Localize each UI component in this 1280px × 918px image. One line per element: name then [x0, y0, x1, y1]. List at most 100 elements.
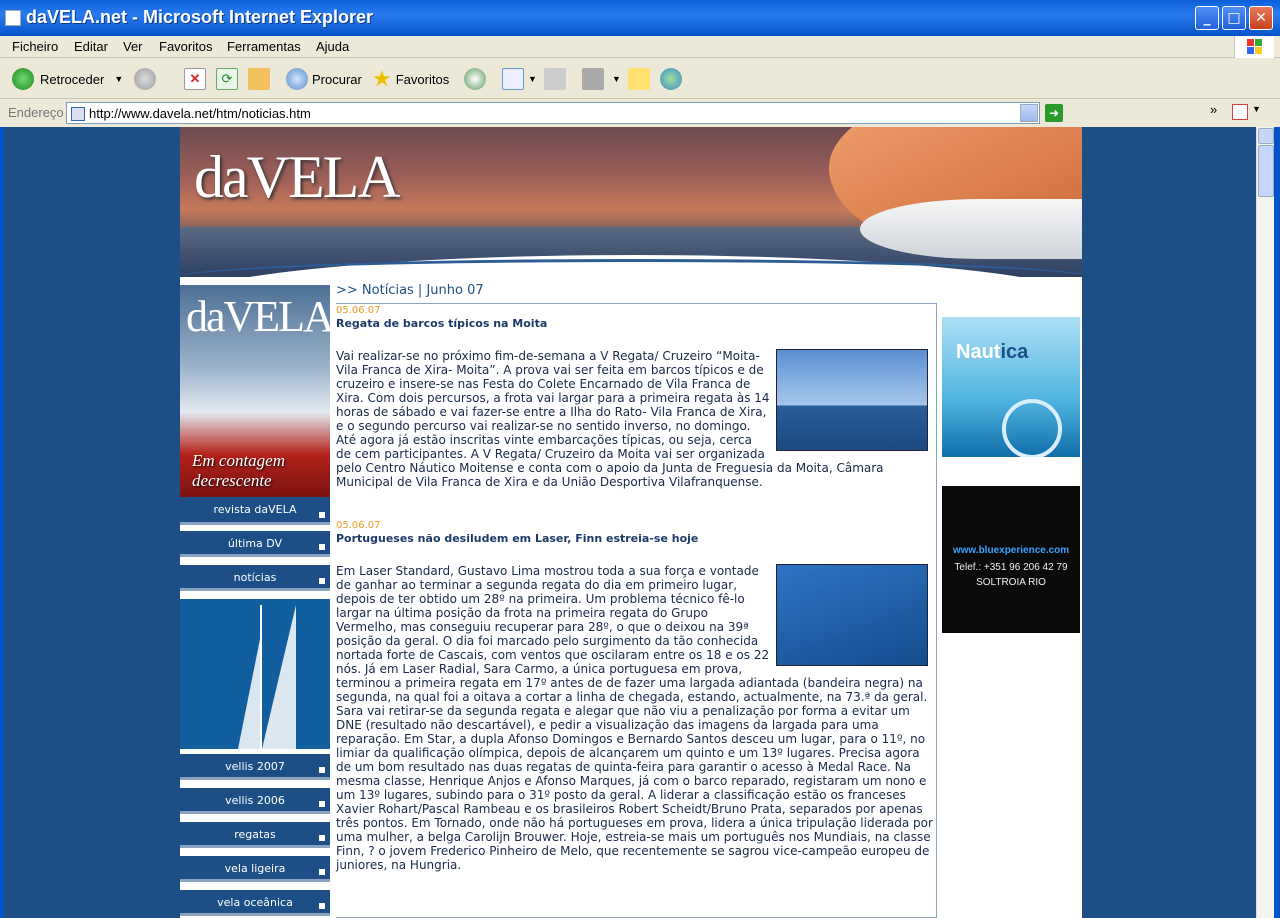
sailboat-image: [180, 599, 330, 749]
nav-square-icon: [318, 766, 326, 774]
address-url[interactable]: http://www.davela.net/htm/noticias.htm: [89, 106, 311, 121]
ad-phone: Telef.: +351 96 206 42 79: [954, 562, 1068, 573]
address-label: Endereço: [8, 105, 64, 120]
menu-bar: Ficheiro Editar Ver Favoritos Ferramenta…: [0, 36, 1280, 58]
nautica-brand-b: ica: [1000, 341, 1029, 363]
nav-label: vela oceânica: [217, 896, 293, 909]
chevron-down-icon[interactable]: ▼: [1252, 104, 1261, 114]
magazine-cover[interactable]: daVELA Em contagem decrescente: [180, 285, 330, 497]
nav-ultima-dv[interactable]: última DV: [180, 531, 330, 557]
nav-vela-oceanica[interactable]: vela oceânica: [180, 890, 330, 916]
favorites-button[interactable]: ★ Favoritos: [372, 66, 450, 91]
nautica-ad[interactable]: Nautica: [942, 317, 1080, 457]
title-bar: daVELA.net - Microsoft Internet Explorer…: [0, 0, 1280, 36]
history-icon: [464, 68, 486, 90]
star-icon: ★: [372, 66, 392, 91]
messenger-button[interactable]: [660, 67, 682, 91]
nautica-brand-a: Naut: [956, 341, 1001, 363]
home-button[interactable]: [248, 67, 270, 91]
nav-square-icon: [318, 902, 326, 910]
nav-label: regatas: [234, 828, 276, 841]
news-article: 05.06.07 Portugueses não desiludem em La…: [336, 520, 934, 872]
go-arrow-icon[interactable]: ➜: [1045, 104, 1063, 122]
menu-favoritos[interactable]: Favoritos: [159, 39, 212, 54]
chevron-right-icon[interactable]: »: [1210, 102, 1217, 117]
site-banner: daVELA: [180, 127, 1082, 277]
mail-icon: [502, 68, 524, 90]
nav-vellis-2006[interactable]: vellis 2006: [180, 788, 330, 814]
nav-regatas[interactable]: regatas: [180, 822, 330, 848]
article-date: 05.06.07: [336, 305, 381, 316]
forward-button[interactable]: [134, 67, 156, 91]
nav-label: notícias: [233, 571, 277, 584]
cover-tagline: Em contagem decrescente: [192, 451, 286, 490]
favorites-label: Favoritos: [395, 71, 450, 87]
article-title: Portugueses não desiludem em Laser, Finn…: [336, 532, 699, 545]
address-bar: Endereço http://www.davela.net/htm/notic…: [0, 100, 1280, 126]
close-button[interactable]: ✕: [1249, 6, 1273, 30]
nav-square-icon: [318, 800, 326, 808]
menu-ajuda[interactable]: Ajuda: [316, 39, 349, 54]
nautica-brand: Nautica: [956, 341, 1028, 364]
address-input[interactable]: http://www.davela.net/htm/noticias.htm: [66, 102, 1040, 124]
discuss-button[interactable]: [628, 67, 650, 91]
ie-window: daVELA.net - Microsoft Internet Explorer…: [0, 0, 1280, 918]
news-box: 05.06.07 Regata de barcos típicos na Moi…: [336, 303, 937, 918]
article-date: 05.06.07: [336, 520, 381, 531]
print-button[interactable]: [544, 67, 566, 91]
nav-square-icon: [318, 577, 326, 585]
chevron-down-icon[interactable]: ▼: [114, 74, 123, 84]
nav-noticias[interactable]: notícias: [180, 565, 330, 591]
nav-square-icon: [318, 834, 326, 842]
search-button[interactable]: Procurar: [286, 67, 362, 91]
forward-arrow-icon: [134, 68, 156, 90]
nav-revista-davela[interactable]: revista daVELA: [180, 497, 330, 525]
back-label: Retroceder: [40, 71, 105, 87]
search-label: Procurar: [312, 71, 362, 87]
scroll-up-icon[interactable]: [1258, 128, 1274, 144]
print-icon: [544, 68, 566, 90]
windows-logo-icon: [1234, 36, 1274, 58]
scroll-thumb[interactable]: [1258, 145, 1274, 197]
stop-button[interactable]: ✕: [184, 67, 206, 91]
address-dropdown-icon[interactable]: [1020, 104, 1038, 122]
ad-location: SOLTROIA RIO: [976, 577, 1046, 588]
nav-label: vellis 2006: [225, 794, 285, 807]
nav-square-icon: [318, 511, 326, 519]
nav-square-icon: [318, 543, 326, 551]
vertical-scrollbar[interactable]: [1256, 127, 1274, 918]
cover-logo: daVELA: [186, 292, 330, 341]
mail-button[interactable]: ▼: [502, 67, 537, 91]
site-logo[interactable]: daVELA: [194, 143, 401, 212]
chevron-down-icon[interactable]: ▼: [528, 74, 537, 84]
note-icon: [628, 68, 650, 90]
standard-toolbar: Retroceder ▼ ✕ ⟳ Procurar ★ Favoritos ▼ …: [0, 59, 1280, 99]
back-arrow-icon: [12, 68, 34, 90]
minimize-button[interactable]: _: [1195, 6, 1219, 30]
home-icon: [248, 68, 270, 90]
back-button[interactable]: Retroceder ▼: [12, 67, 123, 91]
menu-ferramentas[interactable]: Ferramentas: [227, 39, 301, 54]
regatta-photo: [776, 349, 928, 451]
menu-ver[interactable]: Ver: [123, 39, 143, 54]
window-title: daVELA.net - Microsoft Internet Explorer: [26, 7, 374, 27]
edit-button[interactable]: ▼: [582, 67, 621, 91]
window-frame-right: [1274, 127, 1280, 918]
nav-label: vela ligeira: [224, 862, 286, 875]
refresh-button[interactable]: ⟳: [216, 67, 238, 91]
history-button[interactable]: [464, 67, 486, 91]
ie-page-icon: [5, 10, 21, 26]
menu-editar[interactable]: Editar: [74, 39, 108, 54]
news-article: 05.06.07 Regata de barcos típicos na Moi…: [336, 305, 934, 489]
maximize-button[interactable]: □: [1222, 6, 1246, 30]
nav-vela-ligeira[interactable]: vela ligeira: [180, 856, 330, 882]
links-icon[interactable]: [1232, 104, 1248, 120]
nav-label: última DV: [227, 537, 283, 550]
nav-vellis-2007[interactable]: vellis 2007: [180, 754, 330, 780]
ship-wheel-icon: [1002, 399, 1062, 457]
bluexperience-ad[interactable]: www.bluexperience.com Telef.: +351 96 20…: [942, 486, 1080, 633]
ad-url: www.bluexperience.com: [952, 545, 1070, 556]
menu-ficheiro[interactable]: Ficheiro: [12, 39, 58, 54]
chevron-down-icon[interactable]: ▼: [612, 74, 621, 84]
nav-label: revista daVELA: [213, 503, 297, 516]
